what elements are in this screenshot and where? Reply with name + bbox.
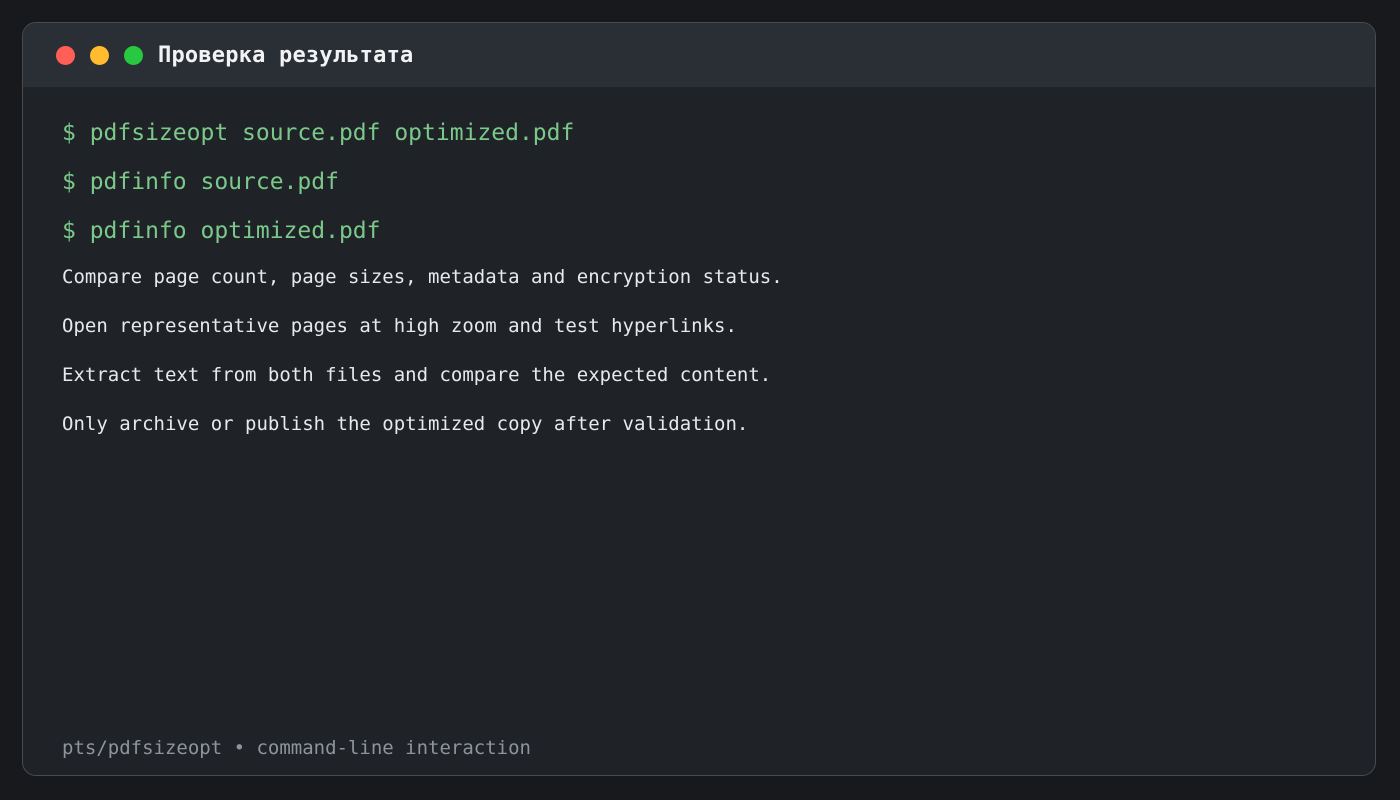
terminal-window: Проверка результата $ pdfsizeopt source.… [22, 22, 1376, 776]
maximize-window-icon[interactable] [124, 45, 143, 65]
note-line: Only archive or publish the optimized co… [62, 413, 749, 435]
command-line: $ pdfsizeopt source.pdf optimized.pdf [62, 120, 575, 146]
footer-caption: pts/pdfsizeopt • command-line interactio… [62, 737, 531, 759]
minimize-window-icon[interactable] [90, 45, 109, 65]
note-line: Compare page count, page sizes, metadata… [62, 266, 783, 288]
terminal-content[interactable]: $ pdfsizeopt source.pdf optimized.pdf $ … [23, 87, 1375, 435]
window-title: Проверка результата [158, 42, 414, 68]
command-list: $ pdfsizeopt source.pdf optimized.pdf $ … [62, 120, 1375, 244]
note-list: Compare page count, page sizes, metadata… [62, 266, 1375, 435]
note-line: Extract text from both files and compare… [62, 364, 772, 386]
close-window-icon[interactable] [56, 45, 75, 65]
title-bar: Проверка результата [23, 23, 1375, 87]
command-line: $ pdfinfo optimized.pdf [62, 218, 381, 244]
command-line: $ pdfinfo source.pdf [62, 169, 339, 195]
note-line: Open representative pages at high zoom a… [62, 315, 737, 337]
